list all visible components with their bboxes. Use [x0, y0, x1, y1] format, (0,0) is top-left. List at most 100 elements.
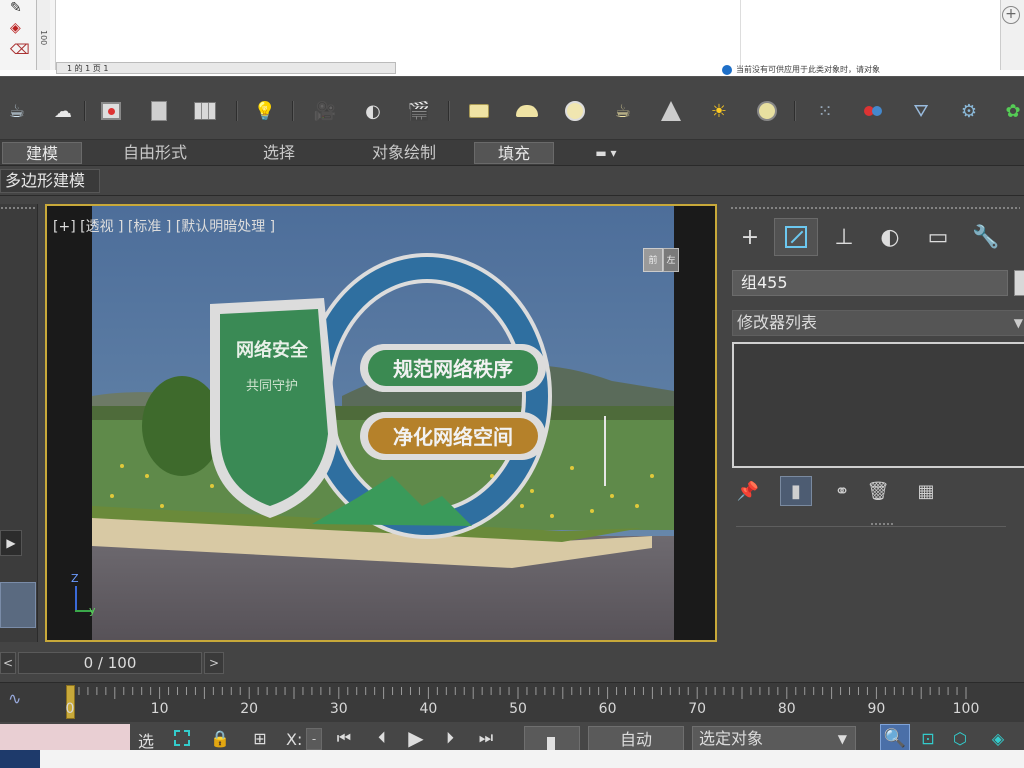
sound-icon[interactable]: ◐: [360, 99, 386, 123]
panel-divider: [736, 526, 1006, 527]
gear-icon[interactable]: ⚙: [956, 99, 982, 123]
viewcube-left[interactable]: 左: [663, 248, 679, 272]
configure-modifier-sets-icon[interactable]: ▦: [910, 476, 942, 506]
frame-label: 20: [240, 701, 259, 717]
grass-icon[interactable]: ✿: [1000, 99, 1024, 123]
document-window-strip: ✎ ◈ ⌫ 100 1 的 1 页 1 当前没有可供应用于此类对象时，请对象 +: [0, 0, 1024, 76]
modifier-stack[interactable]: [732, 342, 1024, 468]
tab-freeform[interactable]: 自由形式: [110, 142, 200, 164]
toolbar-separator: [84, 101, 86, 121]
tab-populate[interactable]: 填充: [474, 142, 554, 164]
panel-grip[interactable]: [0, 206, 36, 210]
motion-tab-icon[interactable]: ◐: [868, 218, 912, 256]
ribbon-options-dropdown[interactable]: ▬ ▾: [582, 142, 630, 164]
object-color-swatch[interactable]: [1014, 270, 1024, 296]
light-bulb-icon[interactable]: 💡: [252, 99, 278, 123]
skylight-icon[interactable]: [754, 99, 780, 123]
selection-label: 选: [138, 732, 155, 751]
sphere-icon[interactable]: [562, 99, 588, 123]
cloud-icon[interactable]: ☁: [50, 99, 76, 123]
axis-y-label: y: [89, 604, 96, 617]
frame-label: 50: [509, 701, 527, 717]
cube-view-icon[interactable]: ⬡: [948, 726, 972, 750]
page-indicator: 1 的 1 页 1: [67, 64, 109, 73]
frame-label: 80: [777, 701, 796, 717]
play-icon[interactable]: ▶: [404, 726, 428, 750]
teapot-icon[interactable]: ☕: [4, 99, 30, 123]
absolute-mode-icon[interactable]: ⊞: [248, 726, 272, 750]
notice-text: 当前没有可供应用于此类对象时，请对象: [722, 64, 1002, 76]
selection-lock-icon[interactable]: [170, 726, 194, 750]
rollout-grip[interactable]: [870, 522, 894, 526]
show-end-result-icon[interactable]: ▮: [780, 476, 812, 506]
corner-block: [0, 750, 40, 768]
eraser-icon[interactable]: ⌫: [10, 42, 30, 58]
render-setup-icon[interactable]: [146, 99, 172, 123]
track-bar[interactable]: ∿ 0 10 20 30 40 50 60 70 80 90 100: [0, 682, 1024, 722]
z-axis-line: [75, 586, 77, 612]
next-frame-button[interactable]: >: [204, 652, 224, 674]
ribbon-panel-bar: 多边形建模: [0, 166, 1024, 196]
lock-icon[interactable]: 🔒: [208, 726, 232, 750]
prev-frame-button[interactable]: <: [0, 652, 16, 674]
make-unique-icon[interactable]: ⚭: [826, 476, 858, 506]
render-frame-icon[interactable]: [98, 99, 124, 123]
modify-tab-icon[interactable]: [774, 218, 818, 256]
remove-modifier-icon[interactable]: 🗑: [862, 476, 894, 506]
curve-editor-icon[interactable]: ∿: [8, 689, 38, 713]
page-navigation-bar[interactable]: 1 的 1 页 1: [56, 62, 396, 74]
chevron-down-icon: ▼: [1013, 316, 1023, 330]
orbit-icon[interactable]: ◈: [986, 726, 1010, 750]
maxscript-listener[interactable]: [0, 724, 130, 750]
pin-stack-icon[interactable]: 📌: [732, 476, 764, 506]
video-camera-icon[interactable]: 🎬: [406, 99, 432, 123]
toolbar-separator: [292, 101, 294, 121]
plane-icon[interactable]: [466, 99, 492, 123]
tab-object-paint[interactable]: 对象绘制: [354, 142, 454, 164]
camera-icon[interactable]: 🎥: [312, 99, 338, 123]
zoom-extents-icon[interactable]: ⊡: [916, 726, 940, 750]
panel-grip[interactable]: [730, 206, 1020, 210]
molecule-icon[interactable]: [860, 99, 886, 123]
fill-bucket-icon[interactable]: ◈: [10, 20, 21, 36]
material-editor-icon[interactable]: [192, 99, 218, 123]
x-coordinate-field[interactable]: -: [306, 728, 322, 750]
hemisphere-icon[interactable]: [514, 99, 540, 123]
object-name-field[interactable]: 组455: [732, 270, 1008, 296]
viewcube-front[interactable]: 前: [643, 248, 663, 272]
axis-z-label: Z: [71, 572, 79, 585]
modifier-list-dropdown[interactable]: 修改器列表 ▼: [732, 310, 1024, 336]
selection-set-label: 选定对象: [699, 729, 764, 748]
frame-label: 90: [867, 701, 886, 717]
add-icon[interactable]: +: [1002, 6, 1020, 24]
go-to-start-icon[interactable]: ⏮: [332, 726, 356, 750]
next-frame-icon[interactable]: ⏵: [438, 726, 462, 750]
time-slider-field[interactable]: 0 / 100: [18, 652, 202, 674]
perspective-viewport[interactable]: 网络安全 共同守护 规范网络秩序 净化网络空间 [+] [透视 ] [标准 ] …: [45, 204, 717, 642]
sign-top-text: 规范网络秩序: [393, 357, 513, 381]
teapot-primitive-icon[interactable]: ☕: [610, 99, 636, 123]
viewcube[interactable]: 前 左: [643, 246, 681, 276]
previous-frame-icon[interactable]: ⏴: [370, 726, 394, 750]
frame-label: 100: [952, 701, 980, 717]
utilities-tab-icon[interactable]: 🔧: [964, 218, 1008, 256]
hierarchy-tab-icon[interactable]: ⊥: [822, 218, 866, 256]
grid-dots-icon[interactable]: ⁙: [812, 99, 838, 123]
selection-set-dropdown[interactable]: 选定对象 ▼: [692, 726, 856, 752]
viewport-label[interactable]: [+] [透视 ] [标准 ] [默认明暗处理 ]: [53, 216, 275, 236]
display-tab-icon[interactable]: ▭: [916, 218, 960, 256]
expand-arrow-icon[interactable]: ▶: [0, 530, 22, 556]
pole: [604, 416, 606, 486]
tab-modeling[interactable]: 建模: [2, 142, 82, 164]
sun-icon[interactable]: ☀: [706, 99, 732, 123]
frame-label: 40: [419, 701, 438, 717]
go-to-end-icon[interactable]: ⏭: [474, 726, 498, 750]
bottom-band: [0, 750, 1024, 768]
pencil-icon[interactable]: ✎: [10, 0, 22, 16]
active-scene-button[interactable]: [0, 582, 36, 628]
tab-selection[interactable]: 选择: [244, 142, 314, 164]
cone-icon[interactable]: [658, 99, 684, 123]
create-tab-icon[interactable]: +: [728, 218, 772, 256]
polygon-modeling-panel[interactable]: 多边形建模: [0, 169, 100, 193]
terrain-icon[interactable]: ⛛: [908, 99, 934, 123]
